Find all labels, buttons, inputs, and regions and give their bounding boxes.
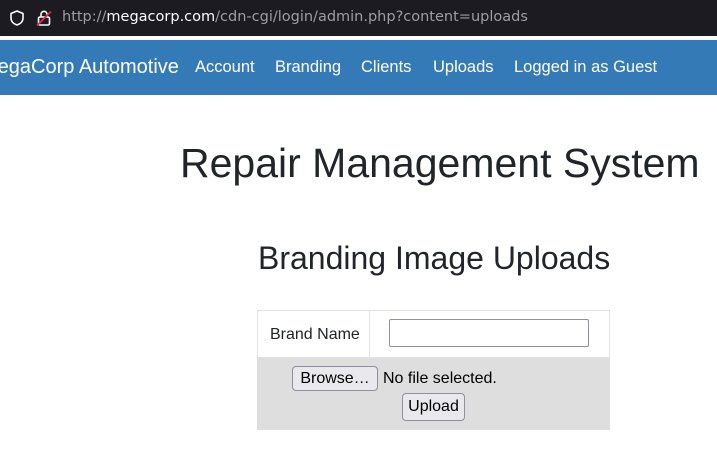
file-upload-row: Browse… No file selected. Upload: [257, 358, 610, 430]
site-navbar: MegaCorp Automotive Account Branding Cli…: [0, 40, 717, 95]
cell-divider: [369, 311, 370, 357]
url-prefix: http://: [62, 9, 107, 25]
browser-url-bar: http://megacorp.com/cdn-cgi/login/admin.…: [0, 0, 717, 36]
brand-name-row: Brand Name: [257, 310, 610, 358]
upload-button[interactable]: Upload: [402, 393, 465, 421]
insecure-lock-icon[interactable]: [35, 9, 53, 27]
brand-name-input[interactable]: [389, 319, 589, 347]
section-title: Branding Image Uploads: [258, 240, 611, 276]
brand-name-label: Brand Name: [270, 326, 360, 343]
url-host: megacorp.com: [106, 9, 216, 25]
nav-link-clients[interactable]: Clients: [361, 58, 411, 77]
nav-link-uploads[interactable]: Uploads: [433, 58, 494, 77]
nav-link-branding[interactable]: Branding: [275, 58, 341, 77]
upload-form: Brand Name Browse… No file selected. Upl…: [257, 310, 610, 430]
shield-icon[interactable]: [8, 9, 26, 27]
url-path: /cdn-cgi/login/admin.php?content=uploads: [215, 9, 528, 25]
navbar-brand[interactable]: MegaCorp Automotive: [0, 56, 179, 79]
browse-button[interactable]: Browse…: [292, 366, 378, 391]
nav-link-logged-in-status[interactable]: Logged in as Guest: [514, 58, 657, 77]
page-title: Repair Management System: [180, 140, 700, 186]
nav-link-account[interactable]: Account: [195, 58, 255, 77]
file-status-text: No file selected.: [383, 370, 497, 387]
url-text[interactable]: http://megacorp.com/cdn-cgi/login/admin.…: [62, 9, 528, 25]
